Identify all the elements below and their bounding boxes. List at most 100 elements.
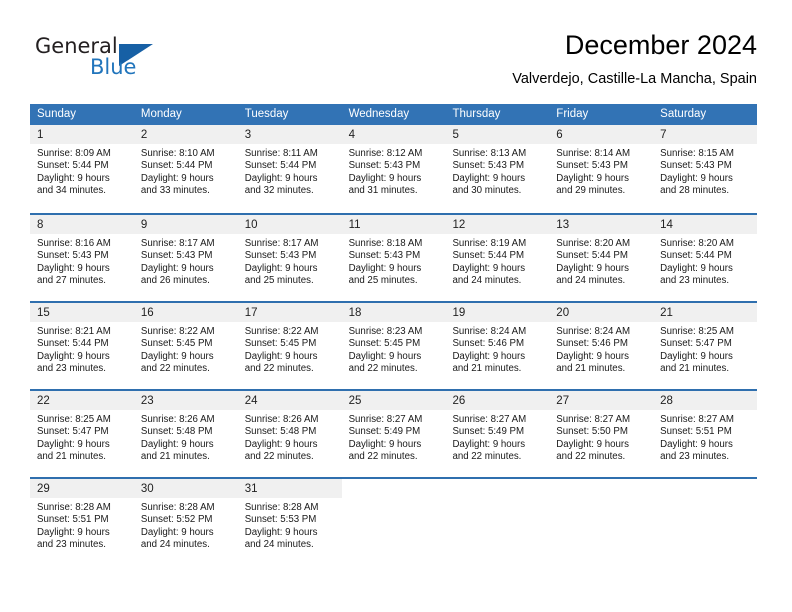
- day-number: 24: [244, 395, 258, 407]
- sunset-text: Sunset: 5:46 PM: [452, 338, 525, 350]
- title-block: December 2024 Valverdejo, Castille-La Ma…: [512, 28, 757, 88]
- day-number: 27: [556, 395, 570, 407]
- day-number: 22: [37, 395, 50, 407]
- day-number: 2: [140, 129, 148, 141]
- sunset-text: Sunset: 5:51 PM: [660, 426, 732, 438]
- sunrise-text: Sunrise: 8:28 AM: [37, 502, 111, 513]
- sunrise-text: Sunrise: 8:16 AM: [37, 238, 111, 249]
- sunrise-text: Sunrise: 8:27 AM: [348, 414, 423, 425]
- daylight-text-line2: and 23 minutes.: [660, 274, 730, 286]
- day-number-band: 26: [445, 391, 550, 410]
- daylight-text-line1: Daylight: 9 hours: [37, 438, 110, 450]
- day-details: Sunrise: 8:25 AM Sunset: 5:47 PM Dayligh…: [30, 410, 134, 463]
- calendar-day-cell[interactable]: 21 Sunrise: 8:25 AM Sunset: 5:47 PM Dayl…: [653, 303, 758, 389]
- day-details: Sunrise: 8:26 AM Sunset: 5:48 PM Dayligh…: [134, 410, 238, 463]
- calendar-day-cell[interactable]: 23 Sunrise: 8:26 AM Sunset: 5:48 PM Dayl…: [133, 391, 238, 477]
- daylight-text-line1: Daylight: 9 hours: [37, 526, 110, 538]
- sunset-text: Sunset: 5:43 PM: [37, 250, 109, 262]
- calendar-day-cell-empty: [445, 479, 549, 565]
- day-number-band: 31: [237, 479, 342, 498]
- sunset-text: Sunset: 5:48 PM: [244, 426, 317, 438]
- sunset-text: Sunset: 5:47 PM: [37, 426, 109, 438]
- calendar-day-cell[interactable]: 15 Sunrise: 8:21 AM Sunset: 5:44 PM Dayl…: [30, 303, 134, 389]
- day-number: 23: [140, 395, 154, 407]
- calendar-day-cell[interactable]: 28 Sunrise: 8:27 AM Sunset: 5:51 PM Dayl…: [653, 391, 758, 477]
- day-number-band: 11: [341, 215, 446, 234]
- sunrise-text: Sunrise: 8:17 AM: [140, 238, 215, 249]
- calendar-day-cell[interactable]: 11 Sunrise: 8:18 AM Sunset: 5:43 PM Dayl…: [341, 215, 446, 301]
- day-details: Sunrise: 8:15 AM Sunset: 5:43 PM Dayligh…: [653, 144, 757, 197]
- calendar-day-cell[interactable]: 2 Sunrise: 8:10 AM Sunset: 5:44 PM Dayli…: [133, 125, 238, 213]
- calendar-day-cell[interactable]: 25 Sunrise: 8:27 AM Sunset: 5:49 PM Dayl…: [341, 391, 446, 477]
- sunset-text: Sunset: 5:43 PM: [452, 160, 525, 172]
- calendar-day-cell[interactable]: 9 Sunrise: 8:17 AM Sunset: 5:43 PM Dayli…: [133, 215, 238, 301]
- daylight-text-line2: and 33 minutes.: [140, 184, 210, 196]
- day-number: 16: [140, 307, 154, 319]
- calendar-day-cell[interactable]: 20 Sunrise: 8:24 AM Sunset: 5:46 PM Dayl…: [549, 303, 654, 389]
- day-details: Sunrise: 8:21 AM Sunset: 5:44 PM Dayligh…: [30, 322, 134, 375]
- calendar-day-cell[interactable]: 10 Sunrise: 8:17 AM Sunset: 5:43 PM Dayl…: [237, 215, 342, 301]
- calendar-day-cell[interactable]: 3 Sunrise: 8:11 AM Sunset: 5:44 PM Dayli…: [237, 125, 342, 213]
- calendar-day-cell[interactable]: 13 Sunrise: 8:20 AM Sunset: 5:44 PM Dayl…: [549, 215, 654, 301]
- daylight-text-line1: Daylight: 9 hours: [140, 350, 214, 362]
- day-details: Sunrise: 8:17 AM Sunset: 5:43 PM Dayligh…: [134, 234, 238, 287]
- day-number-band: 5: [445, 125, 550, 144]
- daylight-text-line1: Daylight: 9 hours: [37, 350, 110, 362]
- page-title: December 2024: [564, 30, 757, 60]
- calendar-day-cell[interactable]: 4 Sunrise: 8:12 AM Sunset: 5:43 PM Dayli…: [341, 125, 446, 213]
- day-number: 13: [556, 219, 570, 231]
- day-number-band: 18: [341, 303, 446, 322]
- sunrise-text: Sunrise: 8:19 AM: [452, 238, 527, 249]
- calendar-day-cell[interactable]: 14 Sunrise: 8:20 AM Sunset: 5:44 PM Dayl…: [653, 215, 758, 301]
- sunrise-text: Sunrise: 8:26 AM: [244, 414, 319, 425]
- daylight-text-line2: and 22 minutes.: [556, 450, 626, 462]
- sunrise-text: Sunrise: 8:13 AM: [452, 148, 527, 159]
- day-number-band: 20: [549, 303, 654, 322]
- calendar-day-cell[interactable]: 17 Sunrise: 8:22 AM Sunset: 5:45 PM Dayl…: [237, 303, 342, 389]
- calendar-day-cell[interactable]: 1 Sunrise: 8:09 AM Sunset: 5:44 PM Dayli…: [30, 125, 134, 213]
- calendar-day-cell[interactable]: 16 Sunrise: 8:22 AM Sunset: 5:45 PM Dayl…: [133, 303, 238, 389]
- day-number: 20: [556, 307, 570, 319]
- calendar-day-cell[interactable]: 19 Sunrise: 8:24 AM Sunset: 5:46 PM Dayl…: [445, 303, 550, 389]
- calendar-day-cell[interactable]: 29 Sunrise: 8:28 AM Sunset: 5:51 PM Dayl…: [30, 479, 134, 565]
- day-number-band: 7: [653, 125, 758, 144]
- calendar-week-row: 8 Sunrise: 8:16 AM Sunset: 5:43 PM Dayli…: [30, 213, 758, 301]
- calendar-day-cell[interactable]: 5 Sunrise: 8:13 AM Sunset: 5:43 PM Dayli…: [445, 125, 550, 213]
- day-number-band: 8: [30, 215, 134, 234]
- daylight-text-line1: Daylight: 9 hours: [556, 262, 629, 274]
- daylight-text-line1: Daylight: 9 hours: [452, 262, 526, 274]
- daylight-text-line2: and 27 minutes.: [37, 274, 106, 286]
- day-details: Sunrise: 8:14 AM Sunset: 5:43 PM Dayligh…: [549, 144, 653, 197]
- calendar-day-cell[interactable]: 30 Sunrise: 8:28 AM Sunset: 5:52 PM Dayl…: [133, 479, 238, 565]
- calendar-day-cell[interactable]: 8 Sunrise: 8:16 AM Sunset: 5:43 PM Dayli…: [30, 215, 134, 301]
- daylight-text-line2: and 21 minutes.: [452, 362, 522, 374]
- sunrise-text: Sunrise: 8:18 AM: [348, 238, 423, 249]
- sunset-text: Sunset: 5:50 PM: [556, 426, 628, 438]
- day-number: 30: [140, 483, 154, 495]
- calendar-day-cell-empty: [549, 479, 653, 565]
- daylight-text-line1: Daylight: 9 hours: [244, 350, 318, 362]
- calendar-day-cell[interactable]: 27 Sunrise: 8:27 AM Sunset: 5:50 PM Dayl…: [549, 391, 654, 477]
- sunset-text: Sunset: 5:43 PM: [556, 160, 628, 172]
- calendar-day-cell[interactable]: 7 Sunrise: 8:15 AM Sunset: 5:43 PM Dayli…: [653, 125, 758, 213]
- calendar-day-cell[interactable]: 24 Sunrise: 8:26 AM Sunset: 5:48 PM Dayl…: [237, 391, 342, 477]
- day-number: 5: [452, 129, 459, 141]
- calendar-day-cell[interactable]: 26 Sunrise: 8:27 AM Sunset: 5:49 PM Dayl…: [445, 391, 550, 477]
- day-number-band: 1: [30, 125, 134, 144]
- day-number-band: 12: [445, 215, 550, 234]
- calendar-day-cell[interactable]: 22 Sunrise: 8:25 AM Sunset: 5:47 PM Dayl…: [30, 391, 134, 477]
- sunrise-text: Sunrise: 8:20 AM: [660, 238, 734, 249]
- calendar-day-cell[interactable]: 31 Sunrise: 8:28 AM Sunset: 5:53 PM Dayl…: [237, 479, 342, 565]
- day-number-band: 17: [237, 303, 342, 322]
- brand-logo[interactable]: General Blue: [35, 34, 235, 88]
- sunset-text: Sunset: 5:48 PM: [140, 426, 213, 438]
- calendar-day-cell[interactable]: 6 Sunrise: 8:14 AM Sunset: 5:43 PM Dayli…: [549, 125, 654, 213]
- daylight-text-line2: and 32 minutes.: [244, 184, 314, 196]
- sunset-text: Sunset: 5:44 PM: [660, 250, 732, 262]
- sunrise-text: Sunrise: 8:27 AM: [452, 414, 527, 425]
- day-number: 10: [244, 219, 258, 231]
- calendar-week-row: 22 Sunrise: 8:25 AM Sunset: 5:47 PM Dayl…: [30, 389, 758, 477]
- calendar-day-cell[interactable]: 18 Sunrise: 8:23 AM Sunset: 5:45 PM Dayl…: [341, 303, 446, 389]
- sunrise-text: Sunrise: 8:25 AM: [37, 414, 111, 425]
- calendar-day-cell[interactable]: 12 Sunrise: 8:19 AM Sunset: 5:44 PM Dayl…: [445, 215, 550, 301]
